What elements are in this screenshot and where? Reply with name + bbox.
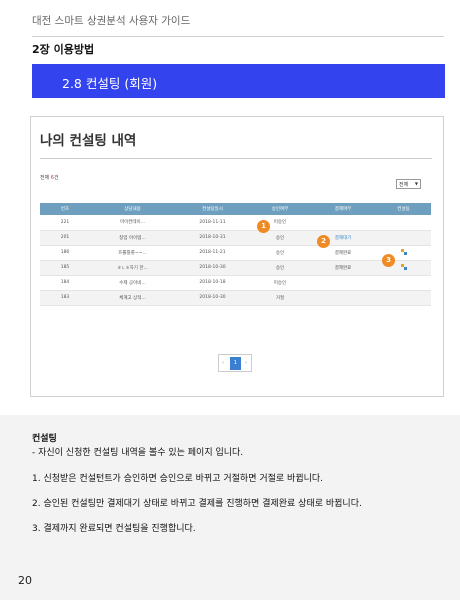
section-banner: 2.8 컨설팅 (회원) <box>32 64 445 98</box>
cell-consulting <box>376 230 431 246</box>
cell-content[interactable]: 수제 공아네... <box>90 275 175 291</box>
filter-dropdown[interactable]: 전체 ▼ <box>396 179 421 189</box>
cell-content[interactable]: 마이컨테이... <box>90 215 175 231</box>
pagination-next-button[interactable]: › <box>245 360 247 366</box>
description-box: 컨설팅 - 자신이 신청한 컨설팅 내역을 볼수 있는 페이지 입니다. 1. … <box>0 415 460 600</box>
cell-payment: 결제완료 <box>310 260 376 276</box>
table-row[interactable]: 184 수제 공아네... 2018-10-18 미승인 <box>40 275 431 291</box>
column-header-consulting: 컨설팅 <box>376 203 431 215</box>
total-unit: 건 <box>53 175 59 181</box>
cell-date: 2018-10-30 <box>175 290 250 306</box>
cell-date: 2018-10-31 <box>175 230 250 246</box>
consult-icon[interactable] <box>400 248 407 255</box>
consulting-table: 번호 상담내용 컨설팅일시 승인여부 결제여부 컨설팅 221 마이컨테이...… <box>40 203 431 306</box>
filter-value: 전체 <box>399 182 409 188</box>
guide-header: 대전 스마트 상권분석 사용자 가이드 <box>32 13 444 37</box>
cell-date: 2018-10-30 <box>175 260 250 276</box>
table-row[interactable]: 221 마이컨테이... 2018-11-11 미승인 <box>40 215 431 231</box>
total-label: 전체 <box>40 175 51 181</box>
title-divider <box>40 158 432 159</box>
cell-number: 186 <box>40 245 90 261</box>
cell-content[interactable]: 프롤틀릏~~... <box>90 245 175 261</box>
consult-icon[interactable] <box>400 263 407 270</box>
screenshot-page-title: 나의 컨설팅 내역 <box>40 133 137 149</box>
consulting-history-screenshot: 나의 컨설팅 내역 전체 6건 전체 ▼ 번호 상담내용 컨설팅일시 승인여부 … <box>30 116 444 397</box>
cell-consulting <box>376 275 431 291</box>
callout-marker-2: 2 <box>317 235 330 248</box>
cell-number: 185 <box>40 260 90 276</box>
cell-number: 183 <box>40 290 90 306</box>
cell-approval: 승인 <box>250 260 310 276</box>
cell-approval: 승인 <box>250 245 310 261</box>
description-step-1: 1. 신청받은 컨설턴트가 승인하면 승인으로 바뀌고 거절하면 거절로 바뀝니… <box>32 474 324 484</box>
pagination: ‹ 1 › <box>218 354 252 372</box>
table-row[interactable]: 185 ㅎㄴㅎ하기 한... 2018-10-30 승인 결제완료 <box>40 260 431 276</box>
column-header-number: 번호 <box>40 203 90 215</box>
table-row[interactable]: 186 프롤틀릏~~... 2018-11-21 승인 결제완료 <box>40 245 431 261</box>
description-step-3: 3. 결제까지 완료되면 컨설팅을 진행합니다. <box>32 524 196 534</box>
table-header-row: 번호 상담내용 컨설팅일시 승인여부 결제여부 컨설팅 <box>40 203 431 215</box>
cell-approval: 거절 <box>250 290 310 306</box>
cell-consulting <box>376 290 431 306</box>
table-row[interactable]: 183 체계고 상적... 2018-10-30 거절 <box>40 290 431 306</box>
callout-marker-3: 3 <box>382 254 395 267</box>
cell-number: 201 <box>40 230 90 246</box>
cell-payment <box>310 290 376 306</box>
cell-number: 221 <box>40 215 90 231</box>
cell-date: 2018-10-18 <box>175 275 250 291</box>
cell-approval: 미승인 <box>250 275 310 291</box>
cell-payment <box>310 215 376 231</box>
column-header-content: 상담내용 <box>90 203 175 215</box>
cell-number: 184 <box>40 275 90 291</box>
description-title: 컨설팅 <box>32 434 57 444</box>
page-number: 20 <box>18 574 32 587</box>
cell-consulting <box>376 215 431 231</box>
cell-content[interactable]: ㅎㄴㅎ하기 한... <box>90 260 175 276</box>
cell-approval: 승인 <box>250 230 310 246</box>
cell-content[interactable]: 체계고 상적... <box>90 290 175 306</box>
table-row[interactable]: 201 창업 아이템... 2018-10-31 승인 결제대기 <box>40 230 431 246</box>
column-header-approval: 승인여부 <box>250 203 310 215</box>
cell-content[interactable]: 창업 아이템... <box>90 230 175 246</box>
column-header-payment: 결제여부 <box>310 203 376 215</box>
pay-now-link[interactable]: 결제대기 <box>335 236 352 241</box>
pagination-prev-button[interactable]: ‹ <box>222 360 224 366</box>
total-count: 전체 6건 <box>40 174 59 181</box>
description-subtitle: - 자신이 신청한 컨설팅 내역을 볼수 있는 페이지 입니다. <box>32 448 244 458</box>
chevron-down-icon: ▼ <box>414 181 418 186</box>
column-header-date: 컨설팅일시 <box>175 203 250 215</box>
cell-date: 2018-11-21 <box>175 245 250 261</box>
cell-payment <box>310 275 376 291</box>
cell-date: 2018-11-11 <box>175 215 250 231</box>
description-step-2: 2. 승인된 컨설팅만 결제대기 상태로 바뀌고 결제를 진행하면 결제완료 상… <box>32 499 362 509</box>
chapter-title: 2장 이용방법 <box>32 43 95 56</box>
pagination-page-current[interactable]: 1 <box>230 357 241 370</box>
callout-marker-1: 1 <box>257 220 270 233</box>
